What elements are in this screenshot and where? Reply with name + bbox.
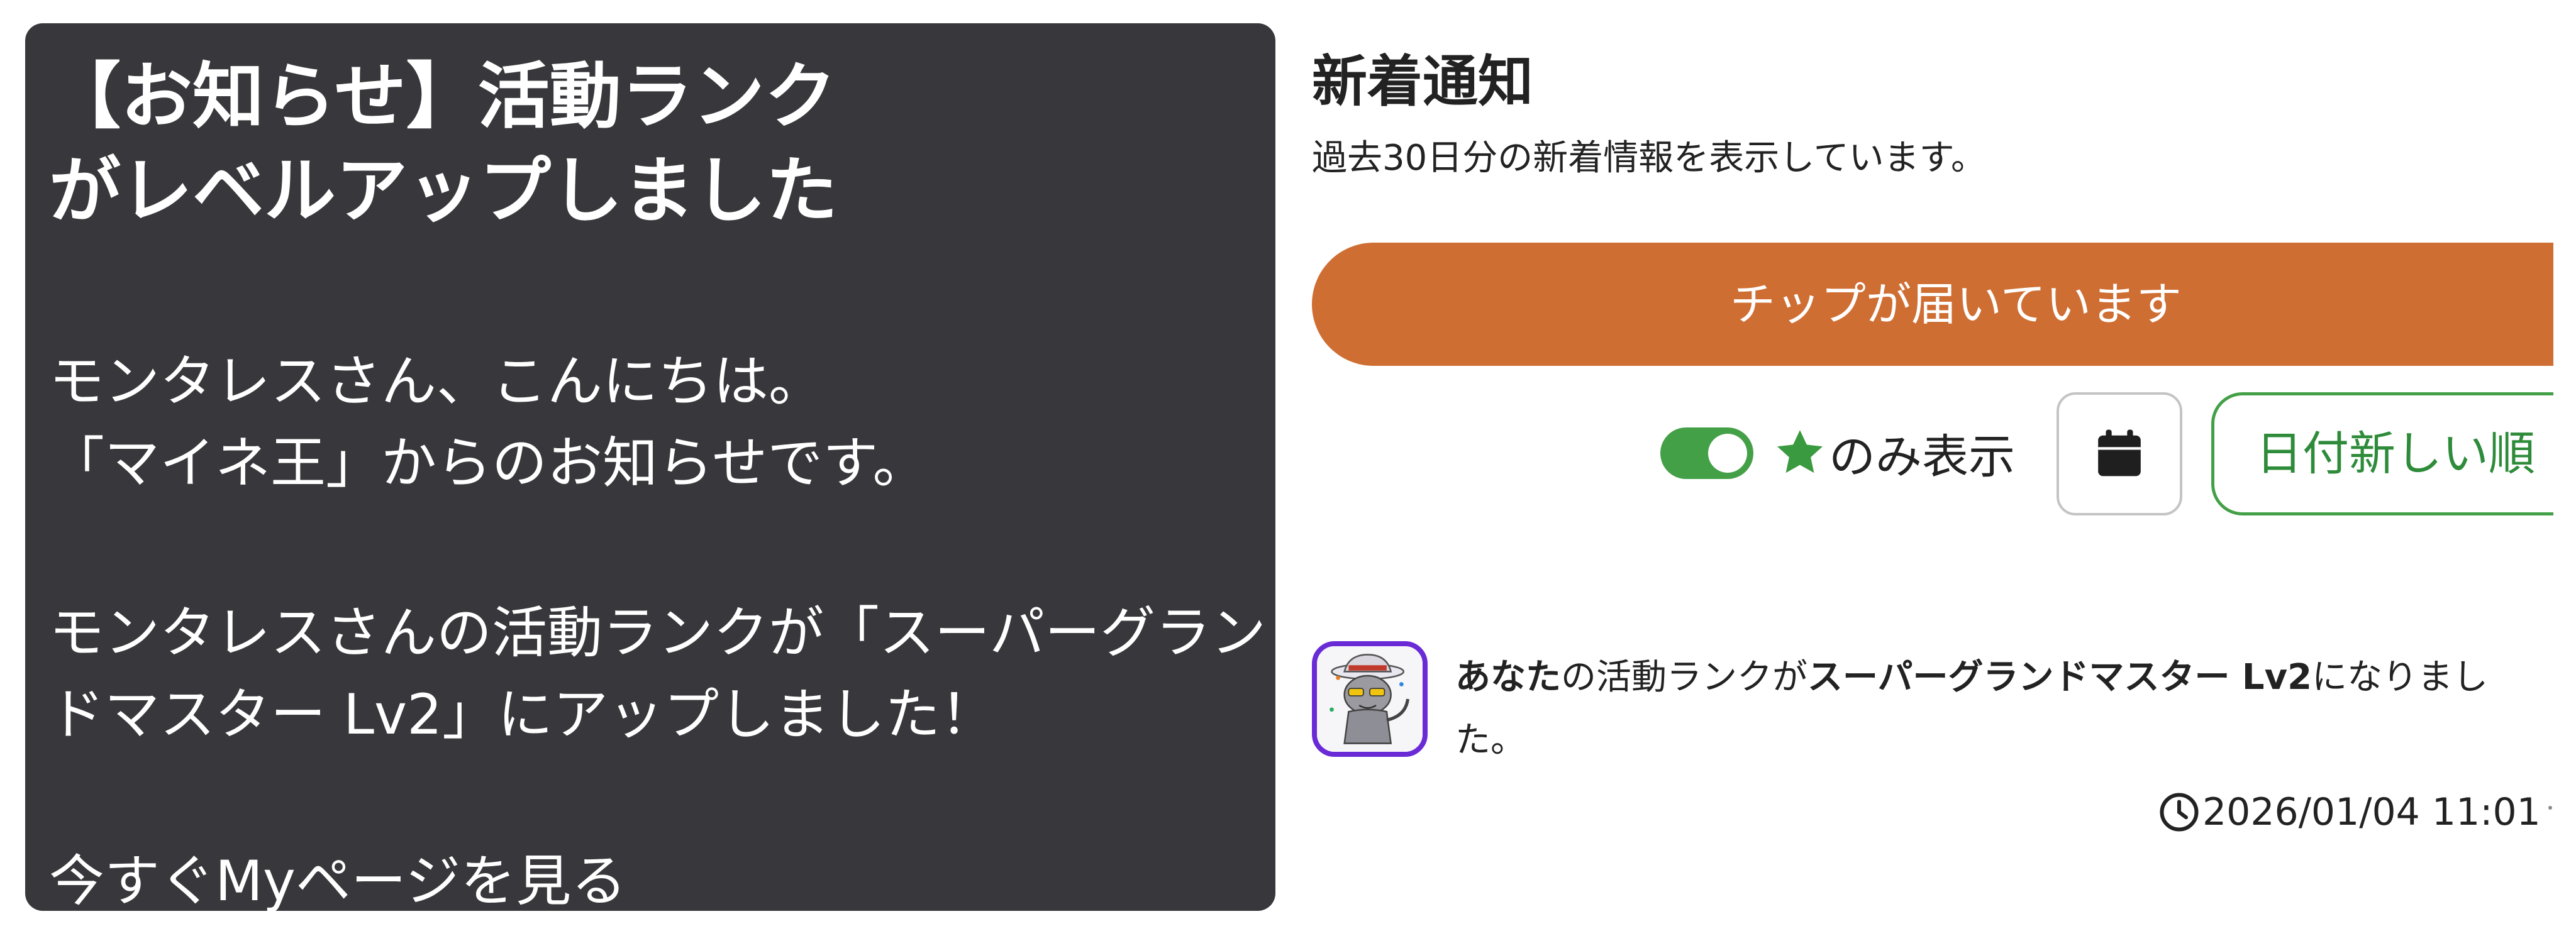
cat-mascot-image xyxy=(1317,646,1423,752)
notification-time: 2026/01/04 11:01 xyxy=(2158,787,2541,837)
notification-timestamp: 2026/01/04 11:01 xyxy=(2202,790,2541,834)
page-title: 新着通知 xyxy=(1312,49,1534,114)
announcement-from: 「マイネ王」からのお知らせです。 xyxy=(49,431,928,495)
star-filter-toggle[interactable] xyxy=(1660,427,1753,479)
announcement-title-line2: がレベルアップしました xyxy=(49,149,838,233)
clock-icon xyxy=(2160,793,2199,832)
calendar-icon xyxy=(2098,429,2141,476)
star-filter-label[interactable]: のみ表示 xyxy=(1774,421,2015,484)
avatar xyxy=(1312,641,1428,757)
announcement-panel: 【お知らせ】活動ランク がレベルアップしました モンタレスさん、こんにちは。 「マ… xyxy=(25,23,1275,911)
calendar-button[interactable] xyxy=(2057,392,2182,515)
star-only-text: のみ表示 xyxy=(1829,429,2015,484)
notifications-panel: 新着通知 過去30日分の新着情報を表示しています。 チップが届いています のみ表… xyxy=(1296,0,2553,936)
tip-banner-button[interactable]: チップが届いています xyxy=(1312,243,2553,366)
sort-order-button[interactable]: 日付新しい順 xyxy=(2211,392,2553,515)
notification-subject: あなた xyxy=(1455,657,1561,698)
toggle-knob xyxy=(1708,434,1747,473)
notification-item[interactable]: あなたの活動ランクがスーパーグランドマスター Lv2になりました。 2026/0… xyxy=(1312,641,2541,834)
announcement-title-line1: 【お知らせ】活動ランク xyxy=(49,55,836,138)
star-icon xyxy=(1777,430,1823,473)
notification-text-mid: の活動ランクが xyxy=(1561,657,1807,698)
page-subtitle: 過去30日分の新着情報を表示しています。 xyxy=(1312,138,1986,179)
announcement-rank-line1: モンタレスさんの活動ランクが「スーパーグラン xyxy=(49,600,1267,665)
notification-text: あなたの活動ランクがスーパーグランドマスター Lv2になりました。 xyxy=(1455,646,2538,772)
announcement-rank-line2: ドマスター Lv2」にアップしました！ xyxy=(49,682,996,747)
announcement-greeting: モンタレスさん、こんにちは。 xyxy=(49,349,824,414)
overflow-dot xyxy=(2548,806,2552,810)
notification-rank: スーパーグランドマスター Lv2 xyxy=(1807,657,2312,698)
mypage-link[interactable]: 今すぐMyページを見る xyxy=(49,840,626,911)
announcement-title: 【お知らせ】活動ランク がレベルアップしました xyxy=(49,50,838,238)
